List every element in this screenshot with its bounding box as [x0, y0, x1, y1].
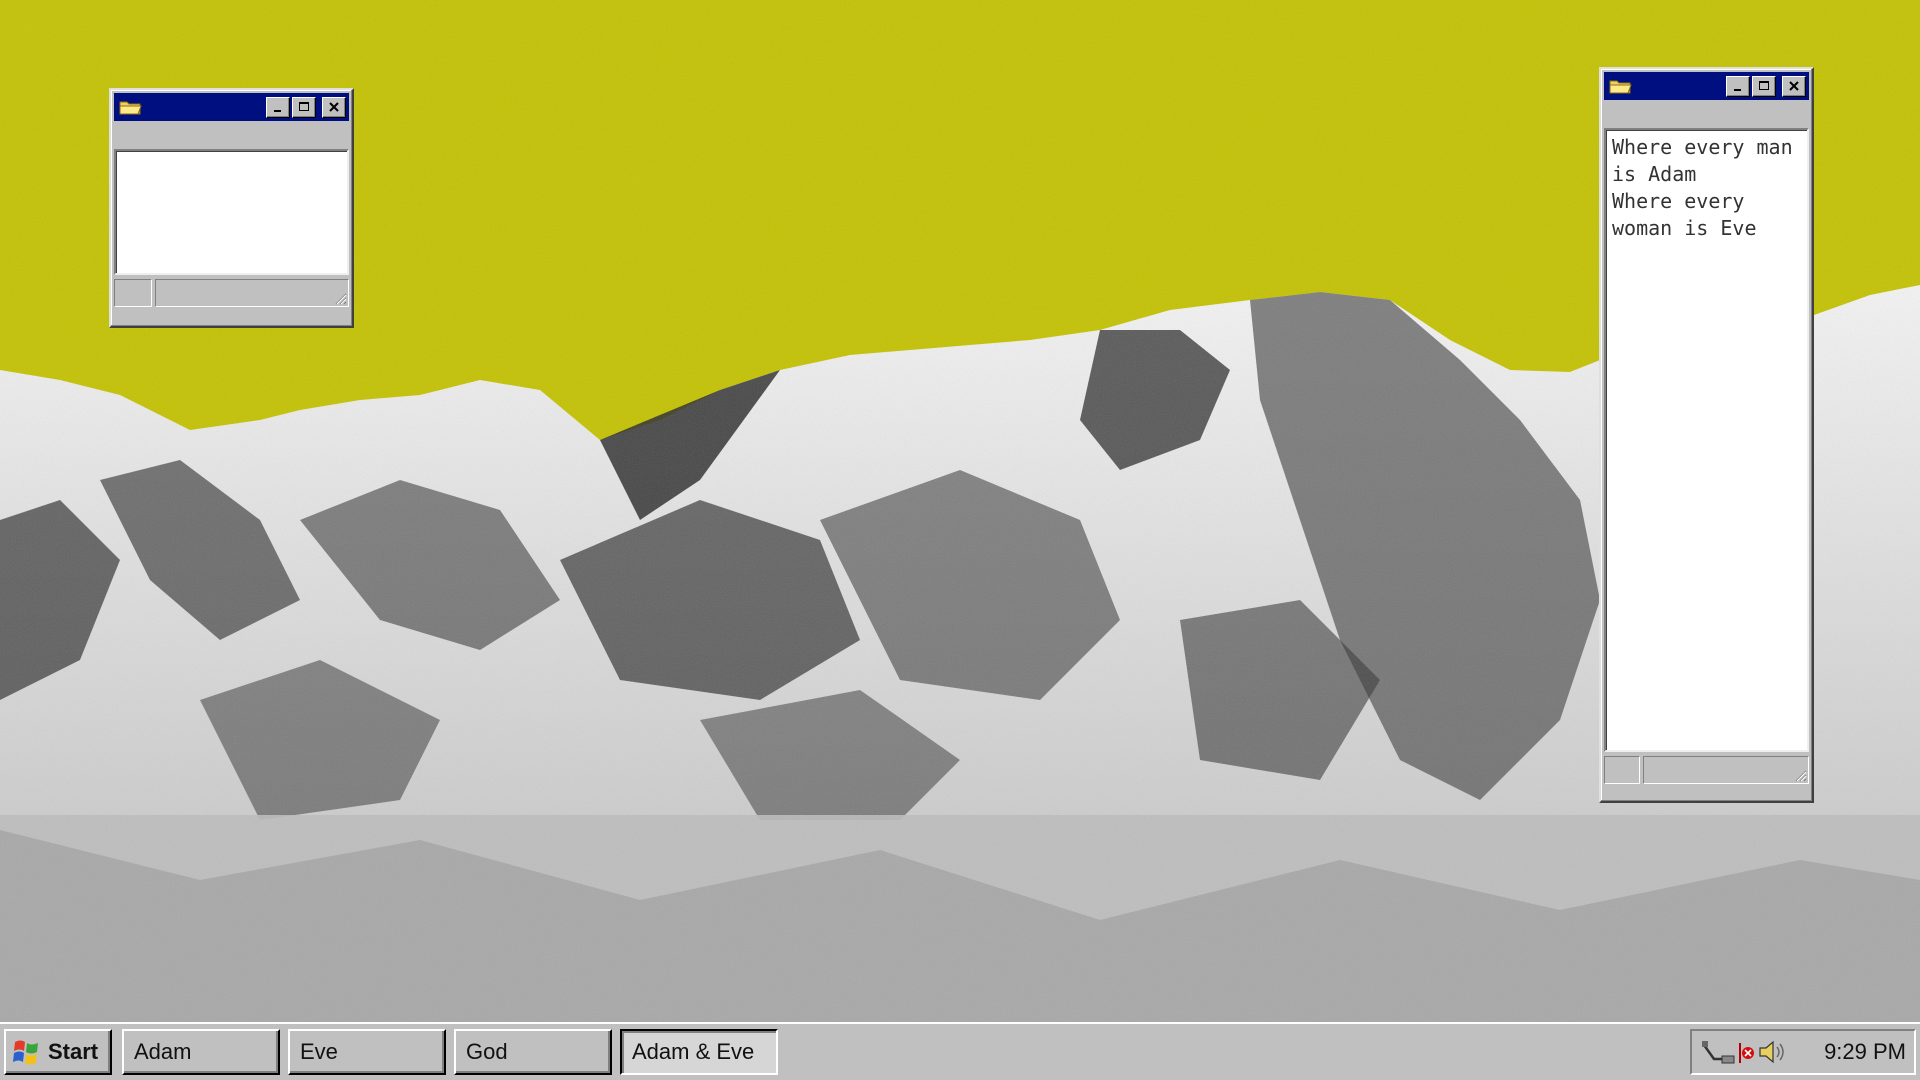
small-window-menu-area — [114, 121, 349, 149]
maximize-button[interactable] — [292, 96, 316, 118]
text-window[interactable]: Where every man is Adam Where every woma… — [1599, 67, 1814, 803]
status-cell — [1604, 756, 1640, 784]
maximize-button[interactable] — [1752, 75, 1776, 97]
text-window-content[interactable]: Where every man is Adam Where every woma… — [1604, 128, 1809, 752]
text-window-titlebar[interactable] — [1604, 72, 1809, 100]
start-label: Start — [48, 1039, 99, 1064]
clock[interactable]: 9:29 PM — [1824, 1039, 1906, 1065]
text-window-statusbar — [1604, 756, 1809, 786]
close-icon — [329, 102, 339, 112]
minimize-icon — [274, 110, 281, 112]
text-window-menu-area — [1604, 100, 1809, 128]
error-icon[interactable] — [1736, 1037, 1756, 1067]
status-cell — [114, 279, 152, 307]
task-button-adam-and-eve[interactable]: Adam & Eve — [620, 1029, 778, 1075]
close-icon — [1789, 81, 1799, 91]
windows-logo-icon — [13, 1040, 38, 1065]
minimize-icon — [1734, 89, 1741, 91]
resize-grip-icon[interactable] — [333, 291, 347, 305]
volume-icon[interactable] — [1756, 1037, 1790, 1067]
maximize-icon — [299, 102, 309, 111]
minimize-button[interactable] — [1726, 75, 1750, 97]
task-button-eve[interactable]: Eve — [288, 1029, 446, 1075]
close-button[interactable] — [322, 96, 346, 118]
task-button-god[interactable]: God — [454, 1029, 612, 1075]
small-window-titlebar[interactable] — [114, 93, 349, 121]
resize-grip-icon[interactable] — [1793, 768, 1807, 782]
close-button[interactable] — [1782, 75, 1806, 97]
small-window-statusbar — [114, 279, 349, 309]
network-icon[interactable] — [1700, 1037, 1736, 1067]
maximize-icon — [1759, 81, 1769, 90]
taskbar: Start Adam Eve God Adam & Eve 9:29 PM — [0, 1022, 1920, 1080]
minimize-button[interactable] — [266, 96, 290, 118]
system-tray: 9:29 PM — [1690, 1029, 1916, 1075]
folder-icon — [119, 101, 142, 115]
task-button-adam[interactable]: Adam — [122, 1029, 280, 1075]
small-window-content[interactable] — [114, 149, 349, 275]
status-cell — [1643, 756, 1809, 784]
start-button[interactable]: Start — [4, 1029, 112, 1075]
folder-icon — [1609, 80, 1632, 94]
status-cell — [155, 279, 349, 307]
small-window[interactable] — [109, 88, 354, 328]
